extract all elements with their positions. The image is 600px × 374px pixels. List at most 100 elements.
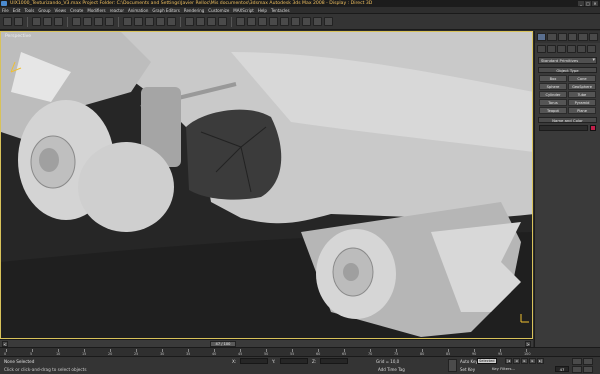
menu-bar: File Edit Tools Group Views Create Modif… [0, 7, 600, 14]
box-button[interactable]: Box [539, 75, 567, 82]
hierarchy-tab-icon[interactable] [557, 33, 567, 41]
go-to-end-icon[interactable]: ▸| [537, 358, 544, 364]
move-icon[interactable] [123, 17, 132, 26]
name-color-rollout[interactable]: Name and Color [538, 117, 597, 123]
angle-snap-icon[interactable] [196, 17, 205, 26]
main-toolbar [0, 14, 600, 30]
set-key-button[interactable]: Set Key [460, 367, 475, 372]
cone-button[interactable]: Cone [568, 75, 596, 82]
auto-key-button[interactable]: Auto Key [460, 359, 478, 364]
menu-tools[interactable]: Tools [24, 8, 34, 13]
pivot-center-icon[interactable] [167, 17, 176, 26]
add-time-tag-button[interactable]: Add Time Tag [378, 367, 405, 372]
menu-modifiers[interactable]: Modifiers [87, 8, 105, 13]
perspective-viewport[interactable]: Perspective [0, 31, 533, 339]
y-coord-field[interactable] [280, 358, 308, 364]
menu-rendering[interactable]: Rendering [184, 8, 204, 13]
reference-coord-icon[interactable] [156, 17, 165, 26]
display-tab-icon[interactable] [578, 33, 588, 41]
previous-frame-icon[interactable]: ◂ [513, 358, 520, 364]
schematic-view-icon[interactable] [280, 17, 289, 26]
pyramid-button[interactable]: Pyramid [568, 99, 596, 106]
app-icon[interactable] [1, 1, 7, 6]
menu-customize[interactable]: Customize [208, 8, 229, 13]
teapot-button[interactable]: Teapot [539, 107, 567, 114]
zoom-icon[interactable] [572, 358, 582, 365]
menu-maxscript[interactable]: MAXScript [233, 8, 254, 13]
track-bar[interactable]: 0 5 10 15 20 25 30 35 40 45 50 55 60 65 70 75 80 85 90 95 10… [0, 347, 600, 356]
geosphere-button[interactable]: GeoSphere [568, 83, 596, 90]
spinner-snap-icon[interactable] [218, 17, 227, 26]
window-crossing-icon[interactable] [105, 17, 114, 26]
render-frame-icon[interactable] [313, 17, 322, 26]
viewport-render [1, 32, 532, 338]
align-icon[interactable] [247, 17, 256, 26]
menu-tentacles[interactable]: Tentacles [271, 8, 290, 13]
current-frame-field[interactable]: 47 [555, 366, 569, 372]
redo-icon[interactable] [14, 17, 23, 26]
minimize-button[interactable]: _ [578, 1, 584, 6]
link-icon[interactable] [32, 17, 41, 26]
utilities-tab-icon[interactable] [588, 33, 598, 41]
set-key-icon[interactable] [448, 359, 457, 372]
motion-tab-icon[interactable] [567, 33, 578, 41]
material-editor-icon[interactable] [291, 17, 300, 26]
menu-reactor[interactable]: reactor [110, 8, 124, 13]
orbit-icon[interactable] [583, 366, 593, 373]
render-setup-icon[interactable] [302, 17, 311, 26]
geometry-icon[interactable] [537, 45, 546, 53]
curve-editor-icon[interactable] [269, 17, 278, 26]
scale-icon[interactable] [145, 17, 154, 26]
torus-button[interactable]: Torus [539, 99, 567, 106]
maximize-button[interactable]: □ [585, 1, 591, 6]
menu-group[interactable]: Group [38, 8, 50, 13]
x-coord-field[interactable] [240, 358, 268, 364]
menu-edit[interactable]: Edit [13, 8, 21, 13]
space-warps-icon[interactable] [587, 45, 596, 53]
object-type-rollout[interactable]: Object Type [538, 67, 597, 73]
select-by-name-icon[interactable] [83, 17, 92, 26]
tube-button[interactable]: Tube [568, 91, 596, 98]
unlink-icon[interactable] [43, 17, 52, 26]
menu-animation[interactable]: Animation [128, 8, 148, 13]
select-object-icon[interactable] [72, 17, 81, 26]
time-slider[interactable]: < 47 / 100 > [0, 339, 533, 347]
z-coord-field[interactable] [320, 358, 348, 364]
shapes-icon[interactable] [547, 45, 556, 53]
menu-file[interactable]: File [2, 8, 9, 13]
plane-button[interactable]: Plane [568, 107, 596, 114]
percent-snap-icon[interactable] [207, 17, 216, 26]
key-selection-dropdown[interactable]: Selected [477, 358, 497, 364]
rotate-icon[interactable] [134, 17, 143, 26]
bind-space-warp-icon[interactable] [54, 17, 63, 26]
play-icon[interactable]: ▸ [521, 358, 528, 364]
next-frame-icon[interactable]: ▸ [529, 358, 536, 364]
pan-icon[interactable] [572, 366, 582, 373]
cylinder-button[interactable]: Cylinder [539, 91, 567, 98]
object-color-swatch[interactable] [590, 125, 596, 131]
mirror-icon[interactable] [236, 17, 245, 26]
go-to-start-icon[interactable]: |◂ [505, 358, 512, 364]
menu-views[interactable]: Views [55, 8, 67, 13]
object-name-field[interactable] [539, 125, 588, 131]
modify-tab-icon[interactable] [547, 33, 557, 41]
menu-create[interactable]: Create [70, 8, 83, 13]
lights-icon[interactable] [557, 45, 566, 53]
cameras-icon[interactable] [567, 45, 576, 53]
zoom-all-icon[interactable] [583, 358, 593, 365]
window-title: UIX1000_Texturizando_V3.max Project Fold… [10, 1, 373, 6]
helpers-icon[interactable] [577, 45, 586, 53]
undo-icon[interactable] [3, 17, 12, 26]
layer-manager-icon[interactable] [258, 17, 267, 26]
primitive-type-dropdown[interactable]: Standard Primitives [538, 57, 597, 64]
snaps-toggle-icon[interactable] [185, 17, 194, 26]
quick-render-icon[interactable] [324, 17, 333, 26]
menu-help[interactable]: Help [258, 8, 267, 13]
selection-region-icon[interactable] [94, 17, 103, 26]
viewport-label[interactable]: Perspective [5, 34, 31, 39]
sphere-button[interactable]: Sphere [539, 83, 567, 90]
close-button[interactable]: ✕ [592, 1, 598, 6]
menu-graph-editors[interactable]: Graph Editors [152, 8, 179, 13]
key-filters-button[interactable]: Key Filters... [492, 366, 515, 371]
create-tab-icon[interactable] [537, 33, 547, 41]
